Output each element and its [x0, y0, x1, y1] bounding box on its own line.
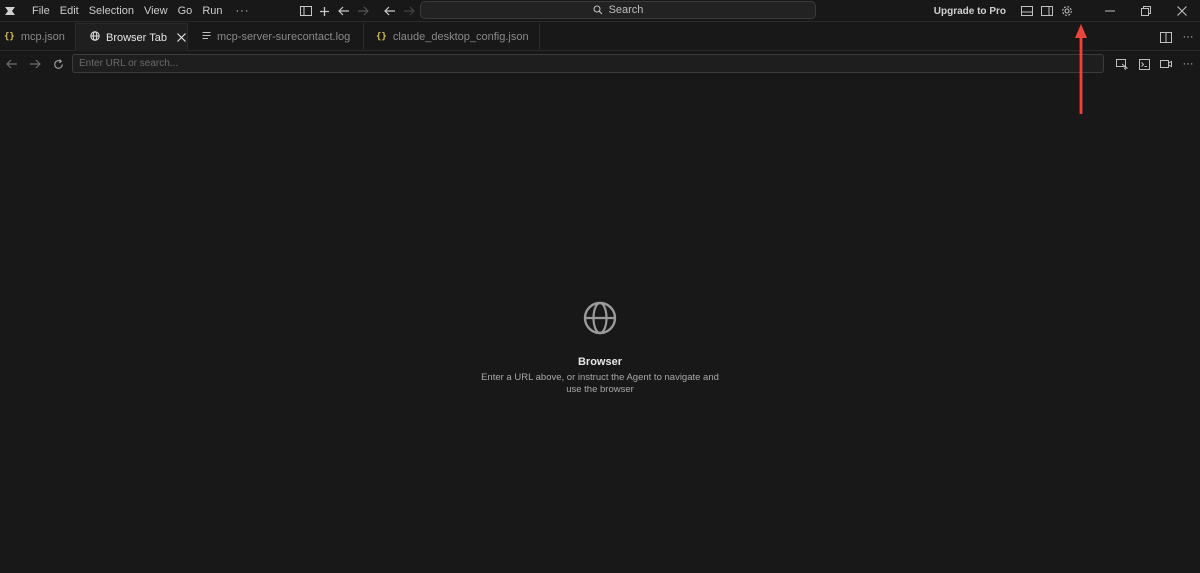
search-icon — [593, 5, 602, 15]
close-tab-icon[interactable] — [177, 31, 186, 45]
globe-icon — [90, 31, 100, 44]
browser-actions: ··· — [1112, 52, 1200, 76]
terminal-icon[interactable] — [1134, 53, 1154, 75]
lines-icon — [202, 31, 211, 43]
new-plus-icon[interactable] — [316, 0, 333, 22]
tab-actions: ··· — [1156, 23, 1200, 51]
editor-tab-bar: {} mcp.json Browser Tab mcp-server-surec… — [0, 23, 1200, 51]
title-right-controls: Upgrade to Pro — [934, 0, 1200, 22]
close-window-button[interactable] — [1164, 0, 1200, 22]
screen-record-icon[interactable] — [1156, 53, 1176, 75]
menu-file[interactable]: File — [27, 0, 55, 22]
app-logo-icon — [3, 4, 17, 18]
json-icon: {} — [376, 32, 387, 42]
tab-label: claude_desktop_config.json — [392, 31, 529, 43]
menu-more-icon[interactable]: ··· — [228, 0, 258, 22]
menu-selection[interactable]: Selection — [84, 0, 139, 22]
tab-claude-desktop-config[interactable]: {} claude_desktop_config.json — [364, 23, 540, 51]
tab-label: mcp.json — [20, 31, 65, 43]
select-element-icon[interactable] — [1112, 53, 1132, 75]
menu-go[interactable]: Go — [173, 0, 198, 22]
annotation-arrow — [1075, 24, 1087, 114]
toggle-secondary-sidebar-icon[interactable] — [1038, 0, 1056, 22]
menu-run[interactable]: Run — [197, 0, 227, 22]
tab-label: mcp-server-surecontact.log — [217, 31, 351, 43]
search-label: Search — [608, 4, 644, 16]
tab-mcp-json[interactable]: {} mcp.json — [0, 23, 76, 51]
browser-nav-bar: ··· — [0, 52, 1200, 76]
browser-more-icon[interactable]: ··· — [1178, 53, 1198, 75]
nav-forward-icon[interactable] — [400, 0, 417, 22]
forward-arrow-icon[interactable] — [354, 0, 371, 22]
browser-back-icon[interactable] — [1, 53, 23, 75]
title-bar: File Edit Selection View Go Run ··· Sear… — [0, 0, 1200, 22]
tab-mcp-server-log[interactable]: mcp-server-surecontact.log — [188, 23, 364, 51]
title-toolbar — [297, 0, 419, 22]
browser-empty-state: Browser Enter a URL above, or instruct t… — [0, 300, 1200, 396]
more-actions-icon[interactable]: ··· — [1178, 26, 1198, 48]
browser-forward-icon[interactable] — [24, 53, 46, 75]
browser-title: Browser — [577, 356, 623, 368]
globe-icon — [583, 301, 617, 335]
toggle-sidebar-icon[interactable] — [297, 0, 314, 22]
split-editor-icon[interactable] — [1156, 26, 1176, 48]
minimize-button[interactable] — [1092, 0, 1128, 22]
settings-gear-icon[interactable] — [1058, 0, 1076, 22]
browser-description: Enter a URL above, or instruct the Agent… — [481, 372, 719, 395]
restore-button[interactable] — [1128, 0, 1164, 22]
tab-browser[interactable]: Browser Tab — [76, 23, 188, 51]
url-input[interactable] — [72, 54, 1104, 73]
menu-edit[interactable]: Edit — [55, 0, 84, 22]
reload-icon[interactable] — [47, 53, 69, 75]
nav-back-icon[interactable] — [381, 0, 398, 22]
command-search-box[interactable]: Search — [420, 1, 816, 19]
menu-bar: File Edit Selection View Go Run ··· — [27, 0, 258, 22]
tab-label: Browser Tab — [106, 31, 167, 44]
menu-view[interactable]: View — [139, 0, 173, 22]
upgrade-to-pro-button[interactable]: Upgrade to Pro — [934, 6, 1006, 17]
back-arrow-icon[interactable] — [335, 0, 352, 22]
toggle-panel-icon[interactable] — [1018, 0, 1036, 22]
json-icon: {} — [4, 32, 15, 42]
